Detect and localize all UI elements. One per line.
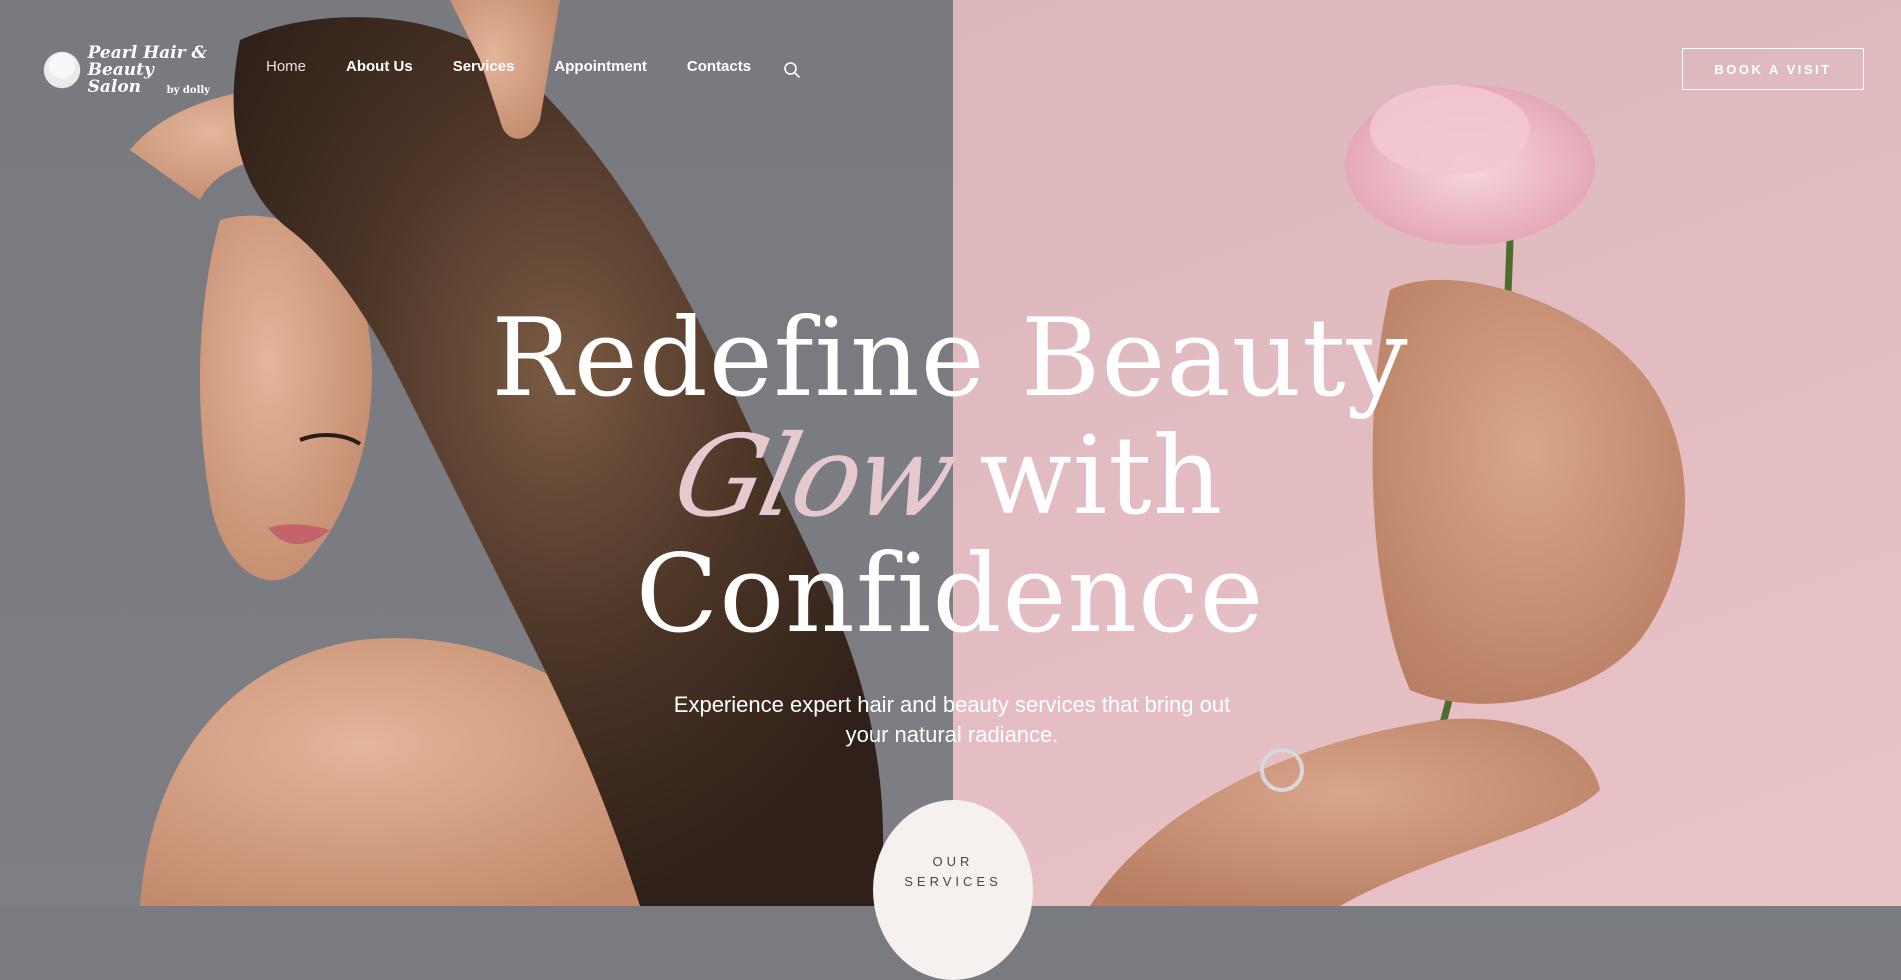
our-services-label-line1: OUR [932, 854, 974, 869]
headline-line1: Redefine Beauty [491, 296, 1409, 421]
book-a-visit-button[interactable]: BOOK A VISIT [1682, 48, 1864, 90]
headline-line3: Confidence [635, 532, 1265, 657]
hero-subtitle-line1: Experience expert hair and beauty servic… [673, 692, 1231, 717]
nav-about-us[interactable]: About Us [346, 58, 413, 75]
hero-headline: Redefine Beauty Glow with Confidence [450, 300, 1450, 654]
headline-line2-rest: with [979, 414, 1224, 539]
main-nav: Home About Us Services Appointment Conta… [266, 58, 791, 75]
headline-script-word: Glow [662, 412, 964, 542]
hero-subtitle-line2: your natural radiance. [845, 722, 1059, 747]
nav-home[interactable]: Home [266, 58, 306, 75]
hero-subtitle: Experience expert hair and beauty servic… [600, 690, 1304, 750]
headline-line2: Glow with [450, 412, 1450, 542]
our-services-label-line2: SERVICES [904, 874, 1002, 889]
woman-silhouette-icon [42, 48, 82, 92]
search-icon[interactable] [783, 61, 801, 79]
brand-name-line2: Beauty Salon [87, 59, 154, 97]
nav-contacts[interactable]: Contacts [687, 58, 751, 75]
brand-byline: by dolly [166, 85, 210, 96]
nav-appointment[interactable]: Appointment [554, 58, 646, 75]
brand-logo[interactable]: Pearl Hair & Beauty Salon by dolly [42, 44, 212, 96]
nav-services[interactable]: Services [453, 58, 515, 75]
our-services-button[interactable]: OUR SERVICES [873, 800, 1033, 980]
